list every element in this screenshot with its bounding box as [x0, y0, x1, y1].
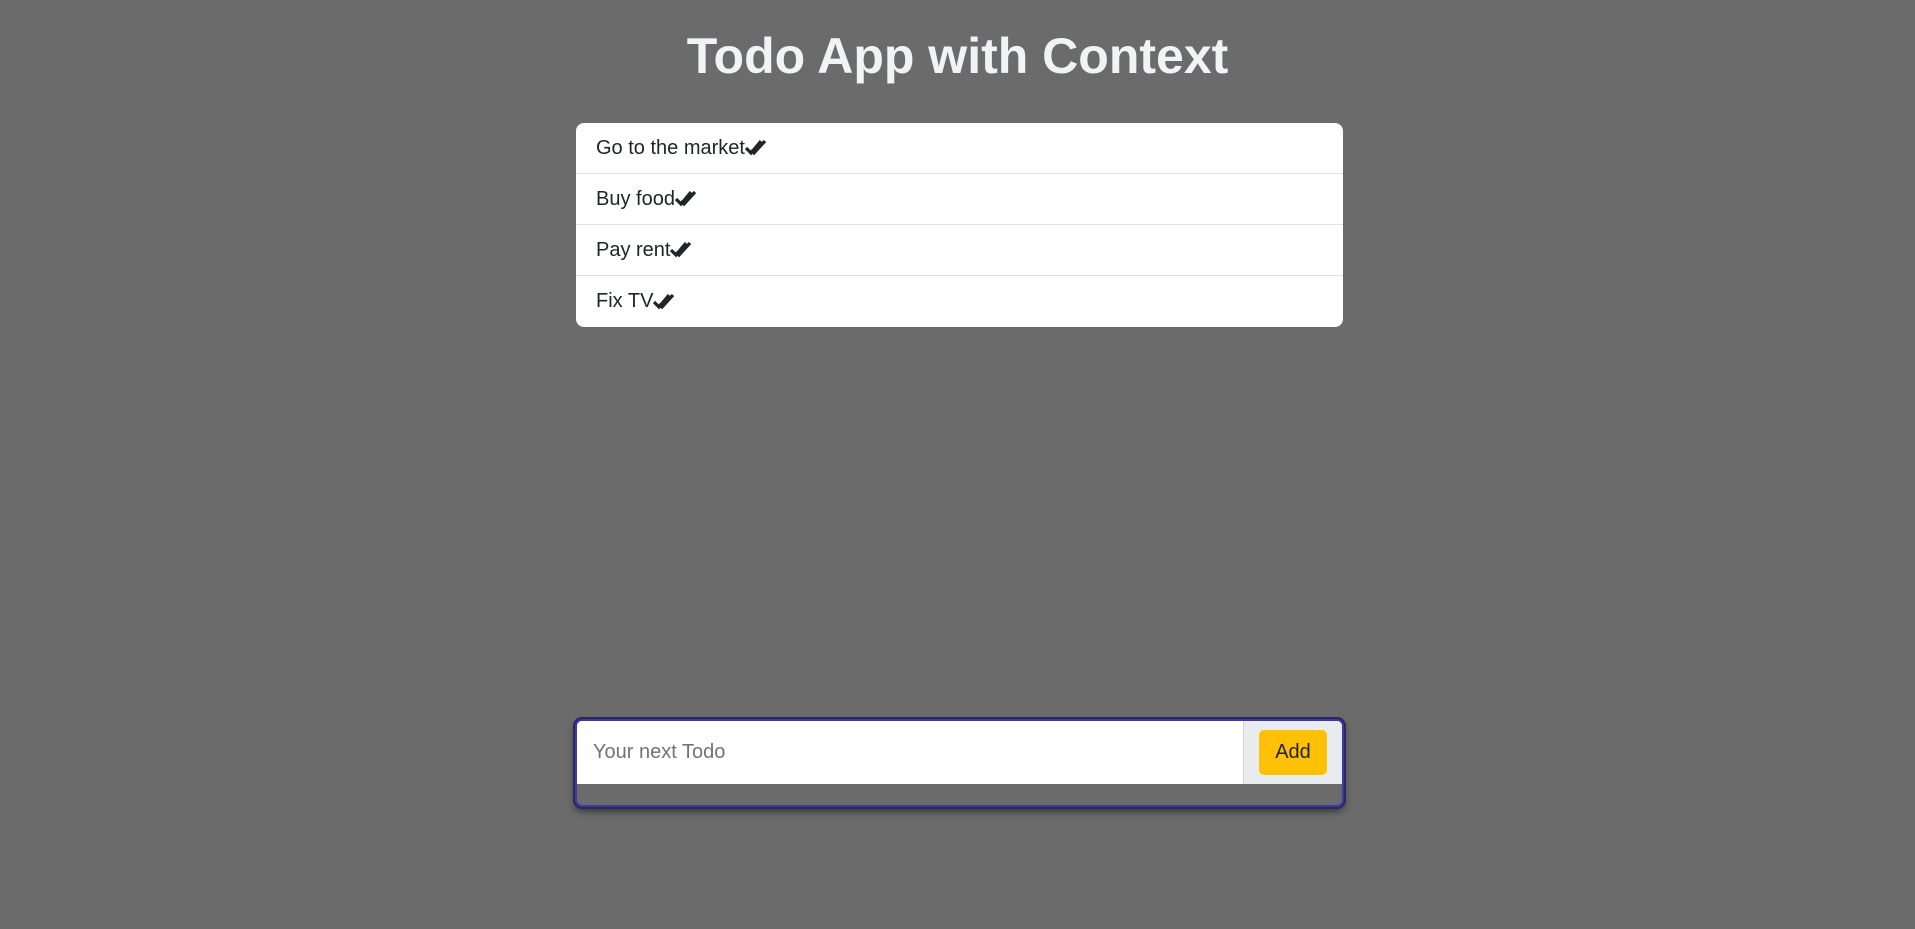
- add-button-area: Add: [1243, 721, 1342, 784]
- todo-list: Go to the market Buy food Pay rent Fix T…: [576, 123, 1343, 327]
- double-check-icon[interactable]: [744, 138, 767, 158]
- todo-text: Buy food: [596, 187, 675, 210]
- add-button[interactable]: Add: [1259, 730, 1327, 775]
- double-check-icon[interactable]: [674, 189, 697, 209]
- page-title: Todo App with Context: [686, 28, 1229, 84]
- todo-item: Go to the market: [576, 123, 1343, 174]
- double-check-icon[interactable]: [670, 240, 692, 260]
- todo-input[interactable]: [577, 721, 1243, 784]
- double-check-icon[interactable]: [653, 292, 675, 312]
- todo-text: Go to the market: [596, 136, 745, 159]
- todo-text: Pay rent: [596, 238, 671, 261]
- input-group: Add: [577, 721, 1342, 784]
- todo-text: Fix TV: [596, 290, 654, 312]
- todo-item: Buy food: [576, 174, 1343, 225]
- todo-item: Pay rent: [576, 225, 1343, 276]
- add-todo-form: Add: [575, 719, 1344, 807]
- page: Todo App with Context Go to the market B…: [0, 0, 1915, 929]
- todo-item: Fix TV: [576, 276, 1343, 327]
